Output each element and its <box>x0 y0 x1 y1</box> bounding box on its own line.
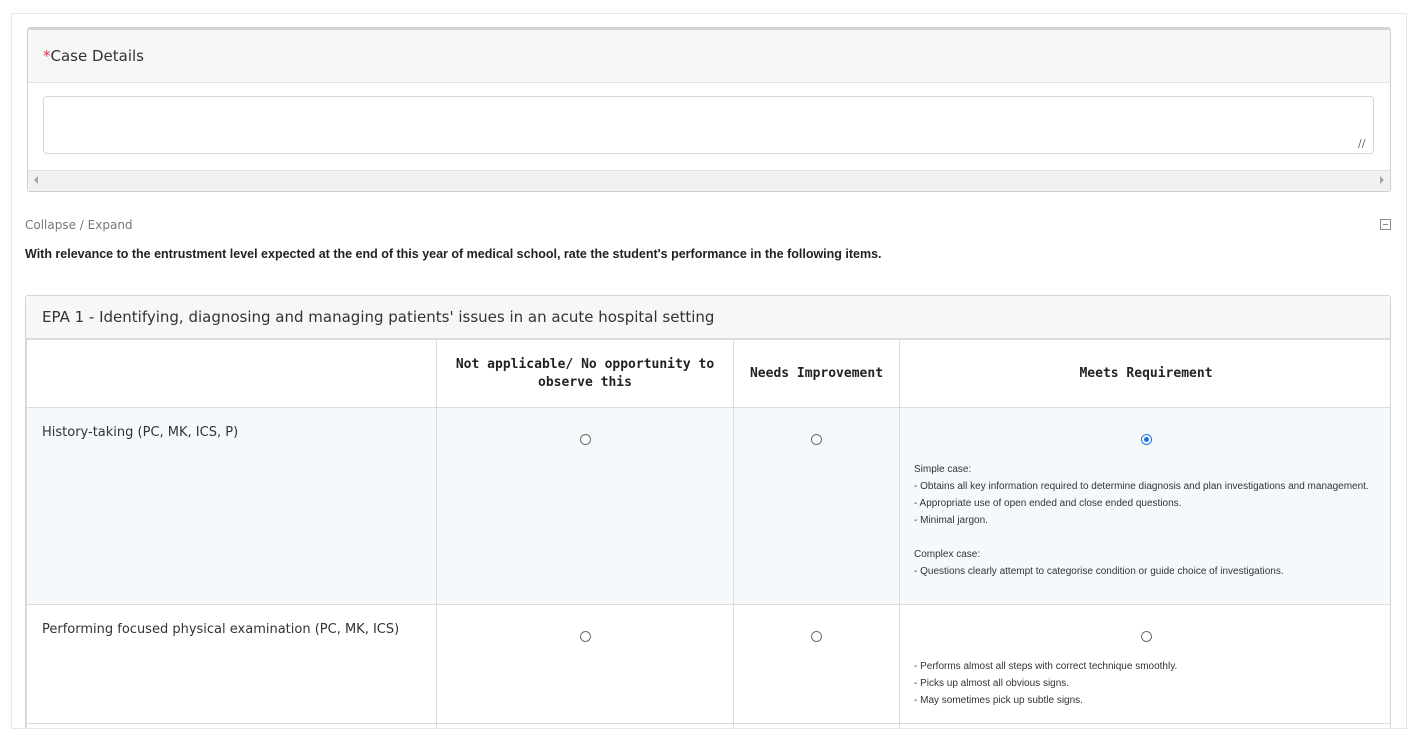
epa-panel: EPA 1 - Identifying, diagnosing and mana… <box>25 295 1391 728</box>
table-row <box>26 723 1390 728</box>
case-details-panel: *Case Details ∕∕ <box>27 27 1391 192</box>
rating-instruction: With relevance to the entrustment level … <box>25 247 882 261</box>
horizontal-scrollbar[interactable] <box>28 170 1390 191</box>
case-details-textarea[interactable] <box>43 96 1374 154</box>
radio-not-applicable[interactable] <box>579 631 591 642</box>
table-row: Performing focused physical examination … <box>26 604 1390 724</box>
column-header-needs-improvement: Needs Improvement <box>733 339 900 408</box>
collapse-icon[interactable] <box>1380 219 1391 230</box>
resize-handle-icon[interactable]: ∕∕ <box>1358 138 1368 149</box>
table-row: History-taking (PC, MK, ICS, P) Simple c… <box>26 407 1390 605</box>
table-header-row: Not applicable/ No opportunity to observ… <box>26 339 1390 408</box>
case-details-header: *Case Details <box>28 30 1390 83</box>
required-marker: * <box>43 47 51 65</box>
column-header-meets-requirement: Meets Requirement <box>899 339 1390 408</box>
case-details-label: Case Details <box>50 47 144 65</box>
epa-title: EPA 1 - Identifying, diagnosing and mana… <box>26 296 1390 339</box>
item-label: History-taking (PC, MK, ICS, P) <box>26 407 437 605</box>
criteria-description: Simple case: - Obtains all key informati… <box>914 464 1369 577</box>
rating-table: Not applicable/ No opportunity to observ… <box>26 339 1390 728</box>
column-header-item <box>26 339 437 408</box>
column-header-not-applicable: Not applicable/ No opportunity to observ… <box>436 339 734 408</box>
scroll-left-arrow-icon[interactable] <box>34 176 38 184</box>
radio-meets-requirement[interactable] <box>1140 434 1152 445</box>
collapse-expand-link[interactable]: Collapse / Expand <box>25 218 133 232</box>
radio-needs-improvement[interactable] <box>811 631 822 642</box>
form-frame: *Case Details ∕∕ Collapse / Expand With … <box>11 13 1407 729</box>
criteria-description: - Performs almost all steps with correct… <box>914 661 1178 706</box>
radio-not-applicable[interactable] <box>579 434 591 445</box>
radio-needs-improvement[interactable] <box>811 434 822 445</box>
radio-meets-requirement[interactable] <box>1140 631 1152 642</box>
item-label: Performing focused physical examination … <box>26 604 437 724</box>
scroll-right-arrow-icon[interactable] <box>1380 176 1384 184</box>
